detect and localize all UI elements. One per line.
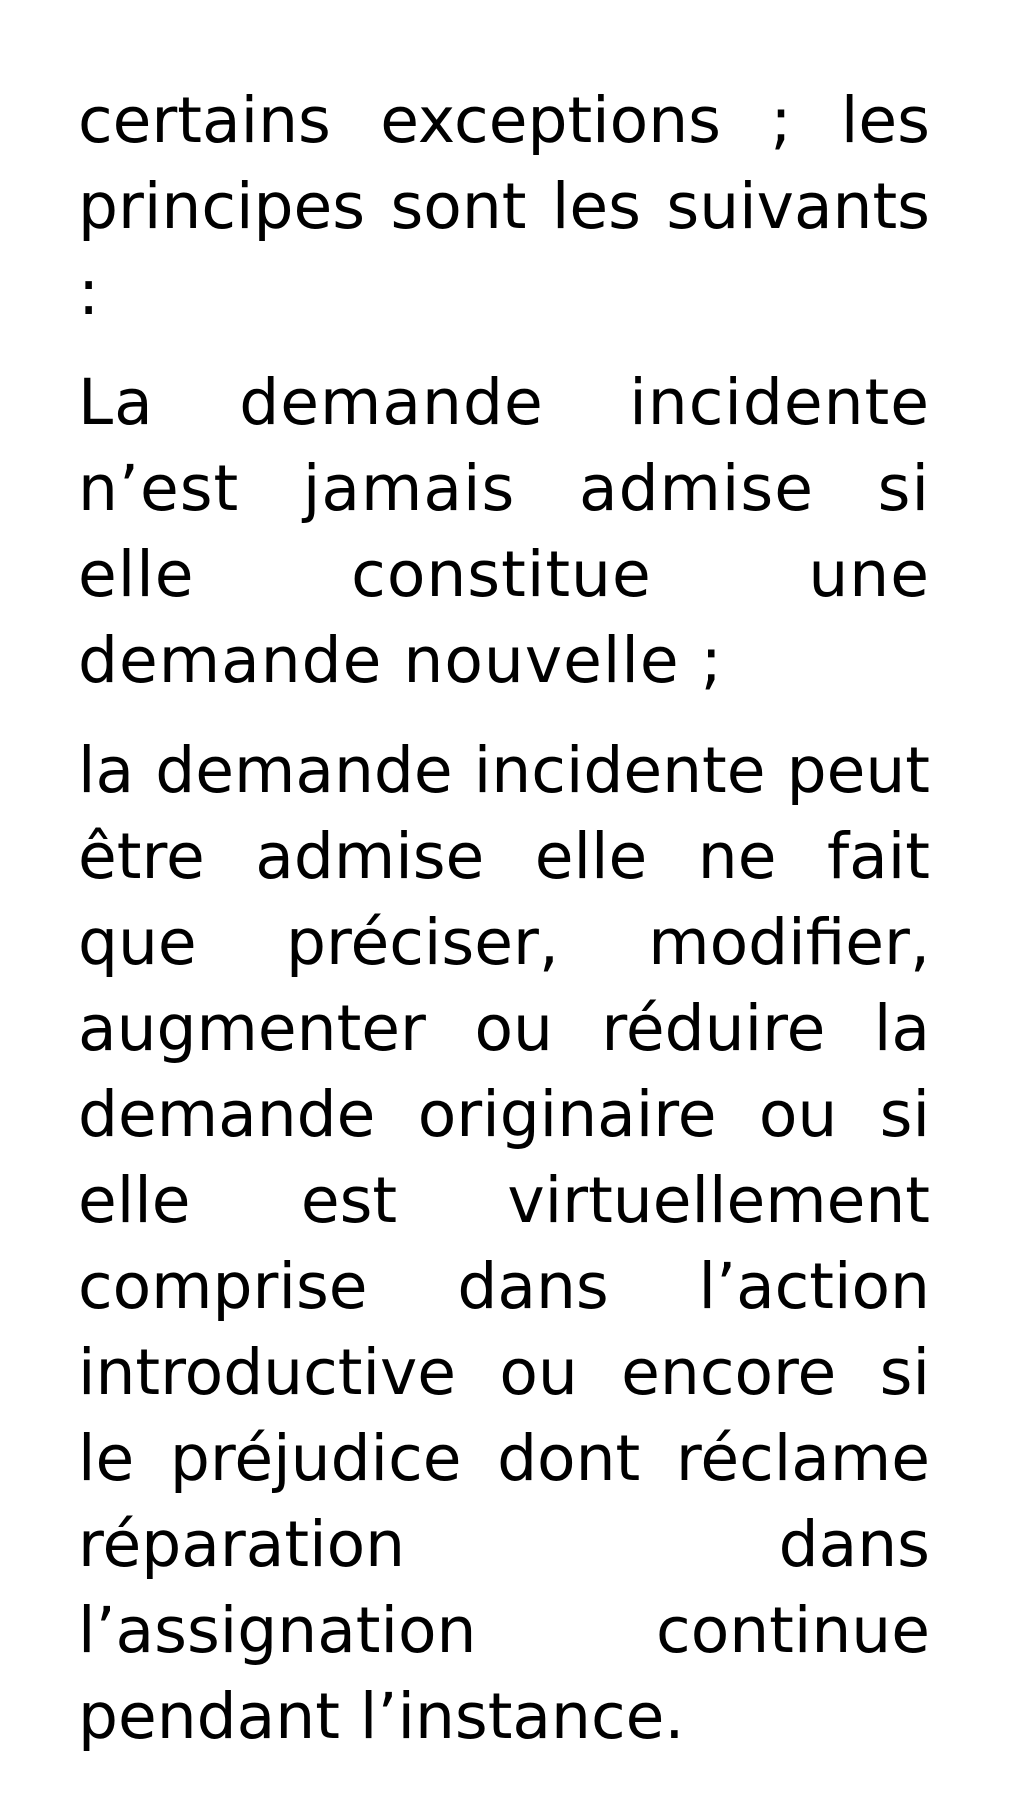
paragraph-principle-2: la demande incidente peut être admise el… (78, 734, 930, 1753)
paragraph-principle-1: La demande incidente n’est jamais admise… (78, 366, 930, 697)
paragraph-intro: certains exceptions ; les principes sont… (78, 84, 930, 329)
document-page: certains exceptions ; les principes sont… (78, 78, 930, 1760)
